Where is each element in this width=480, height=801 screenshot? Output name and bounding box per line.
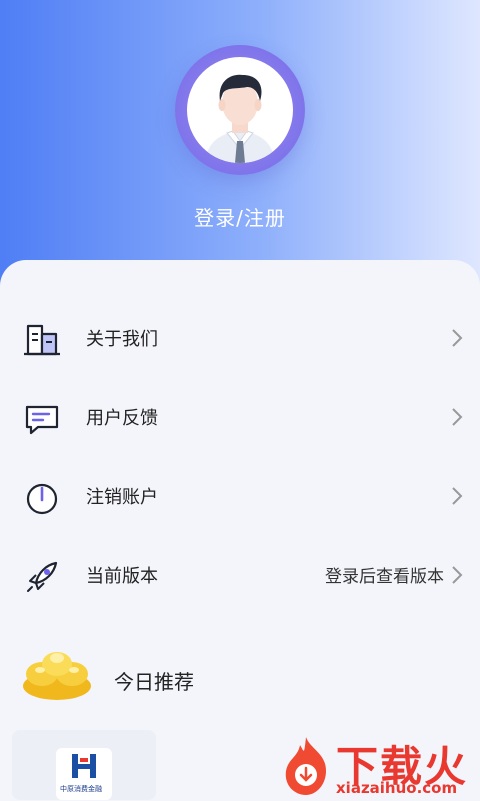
profile-header: 登录/注册 xyxy=(0,0,480,300)
menu-item-label: 当前版本 xyxy=(86,566,158,587)
building-icon xyxy=(24,324,60,356)
chevron-right-icon xyxy=(452,566,463,584)
today-recommendation: 今日推荐 xyxy=(20,640,480,710)
watermark-url: xiazaihuo.com xyxy=(336,779,458,797)
rocket-icon xyxy=(27,561,58,592)
menu-item-label: 关于我们 xyxy=(86,329,158,350)
feedback-message-icon xyxy=(25,405,59,435)
menu-item-label: 注销账户 xyxy=(86,487,158,508)
app-logo-icon xyxy=(72,754,96,778)
user-avatar-icon xyxy=(205,74,275,163)
avatar[interactable] xyxy=(175,45,305,175)
menu-item-current-version[interactable]: 当前版本 登录后查看版本 xyxy=(0,545,480,605)
menu-item-cancel-account[interactable]: 注销账户 xyxy=(0,466,480,526)
menu-item-about-us[interactable]: 关于我们 xyxy=(0,308,480,368)
menu-item-value: 登录后查看版本 xyxy=(325,567,444,587)
app-logo-text: 中原消费金融 xyxy=(60,785,102,793)
avatar-image xyxy=(187,57,293,163)
login-register-link[interactable]: 登录/注册 xyxy=(0,202,480,231)
today-recommendation-title: 今日推荐 xyxy=(114,670,194,694)
flame-logo-icon xyxy=(285,737,326,795)
menu-item-label: 用户反馈 xyxy=(86,408,158,429)
chevron-right-icon xyxy=(452,329,463,347)
watermark-logo: 下载火 xiazaihuo.com xyxy=(280,735,476,797)
power-icon xyxy=(26,483,58,515)
app-logo: 中原消费金融 xyxy=(56,748,112,800)
chevron-right-icon xyxy=(452,408,463,426)
recommended-app-card[interactable]: 中原消费金融 xyxy=(12,730,156,800)
gold-ingot-icon xyxy=(23,652,91,700)
chevron-right-icon xyxy=(452,487,463,505)
menu-item-user-feedback[interactable]: 用户反馈 xyxy=(0,387,480,447)
